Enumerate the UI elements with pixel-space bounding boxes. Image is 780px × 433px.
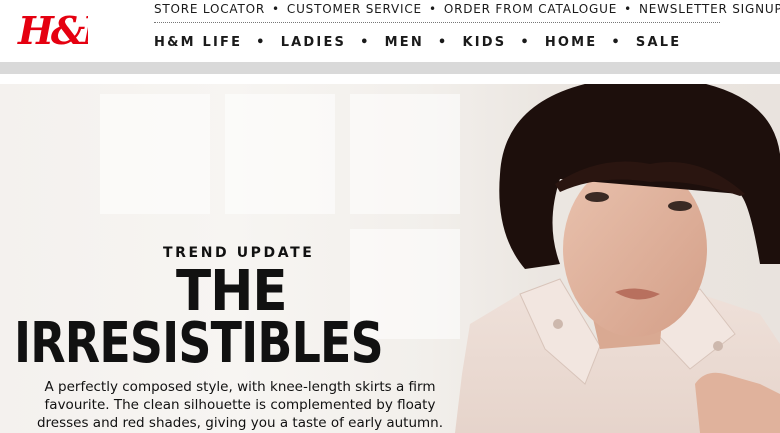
newsletter-signup-link[interactable]: NEWSLETTER SIGNUP: [639, 2, 780, 16]
separator-dot: •: [272, 2, 280, 16]
header-divider-bar: [0, 62, 780, 74]
utility-nav: STORE LOCATOR • CUSTOMER SERVICE • ORDER FRO…: [154, 2, 780, 16]
separator-dot: •: [624, 2, 632, 16]
separator-dot: •: [437, 35, 449, 50]
description-line: dresses and red shades, giving you a tas…: [36, 415, 444, 431]
separator-dot: •: [428, 2, 437, 16]
order-from-catalogue-link[interactable]: ORDER FROM CATALOGUE: [444, 2, 617, 16]
nav-men[interactable]: MEN: [385, 35, 424, 50]
separator-dot: •: [256, 35, 267, 50]
nav-ladies[interactable]: LADIES: [281, 35, 346, 50]
nav-home[interactable]: HOME: [545, 35, 598, 50]
logo-text: H&M: [17, 8, 88, 52]
description-line: favourite. The clean silhouette is compl…: [44, 397, 436, 413]
store-locator-link[interactable]: STORE LOCATOR: [154, 2, 265, 16]
hero-banner[interactable]: TREND UPDATE THE IRRESISTIBLES A perfect…: [0, 84, 780, 433]
dotted-divider: [154, 22, 720, 23]
separator-dot: •: [611, 35, 622, 50]
right-eye: [668, 201, 692, 211]
left-eye: [585, 192, 609, 202]
separator-dot: •: [520, 35, 531, 50]
hm-logo[interactable]: H&M: [16, 4, 88, 52]
description-line: A perfectly composed style, with knee-le…: [44, 379, 436, 395]
hero-title-line2[interactable]: IRRESISTIBLES: [14, 312, 384, 376]
separator-dot: •: [360, 35, 371, 50]
nav-sale[interactable]: SALE: [636, 35, 681, 50]
coat-button: [553, 319, 563, 329]
customer-service-link[interactable]: CUSTOMER SERVICE: [287, 2, 422, 16]
main-nav: H&M LIFE • LADIES • MEN • KIDS • HOME • SALE: [154, 35, 681, 50]
hero-description: A perfectly composed style, with knee-le…: [20, 378, 460, 432]
site-header: H&M STORE LOCATOR • CUSTOMER SERVICE • ORDER…: [0, 0, 780, 62]
coat-button: [713, 341, 723, 351]
nav-kids[interactable]: KIDS: [462, 35, 506, 50]
nav-hm-life[interactable]: H&M LIFE: [154, 35, 242, 50]
